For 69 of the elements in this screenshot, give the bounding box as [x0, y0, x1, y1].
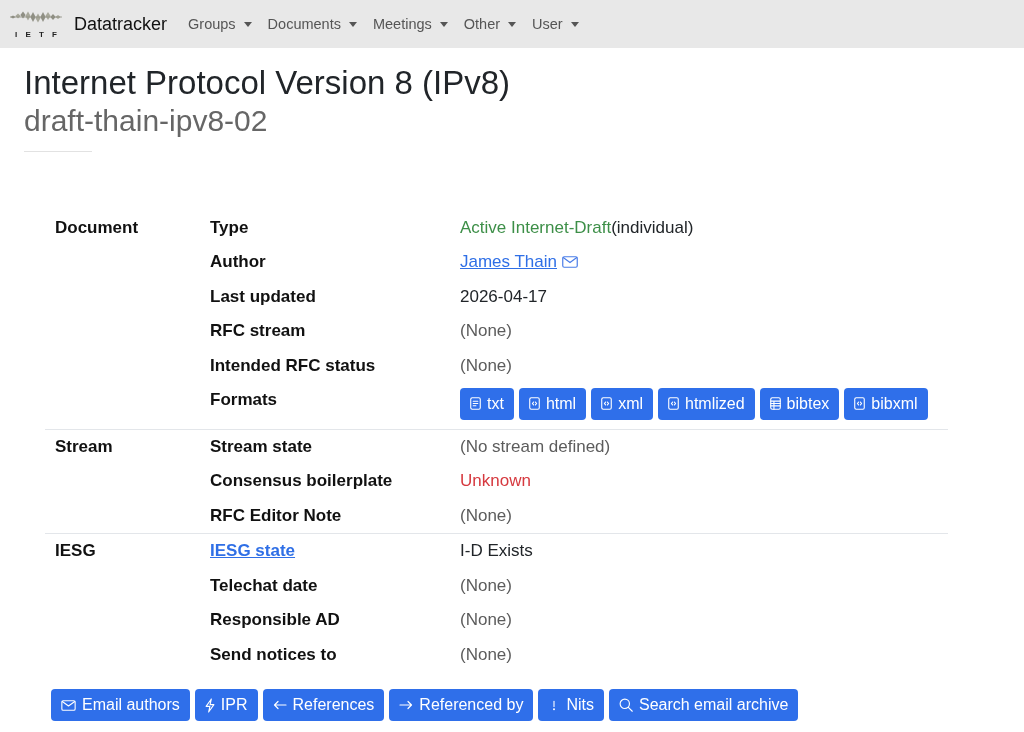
section-heading: Stream — [55, 436, 113, 456]
field-value: (No stream defined) — [460, 435, 611, 458]
wave-logo-icon[interactable] — [10, 9, 62, 25]
menu-item[interactable]: Other — [463, 16, 517, 32]
field-label-link[interactable]: IESG state — [210, 541, 296, 561]
caret-icon — [348, 21, 357, 27]
document-name: draft-thain-ipv8-02 — [24, 102, 269, 139]
exclamation-icon — [552, 699, 557, 711]
action-button[interactable]: IPR — [194, 689, 258, 722]
field-label: Responsible AD — [210, 610, 340, 630]
document-icon — [470, 397, 481, 411]
code-file-icon — [528, 397, 540, 411]
field-label: Author — [210, 252, 266, 272]
action-button[interactable]: References — [262, 689, 385, 722]
field-label: Telechat date — [210, 575, 318, 595]
search-icon — [618, 698, 633, 713]
field-value: (None) — [460, 354, 512, 377]
field-label: Type — [210, 217, 249, 237]
field-label: Send notices to — [210, 644, 337, 664]
caret-icon — [439, 21, 448, 27]
right-arrow-icon — [399, 700, 414, 711]
field-value: I-D Exists — [460, 540, 533, 563]
field-value: (None) — [460, 574, 512, 597]
format-button[interactable]: bibtex — [759, 387, 840, 420]
status-text: Active Internet-Draft — [460, 216, 612, 239]
caret-icon — [570, 21, 579, 27]
menu-item[interactable]: Groups — [188, 16, 252, 32]
menu-item[interactable]: Documents — [267, 16, 357, 32]
format-button[interactable]: html — [518, 387, 587, 420]
caret-icon — [243, 21, 252, 27]
field-label: Stream state — [210, 436, 313, 456]
envelope-icon[interactable] — [562, 256, 578, 269]
caret-icon — [508, 21, 517, 27]
format-button[interactable]: htmlized — [658, 387, 755, 420]
field-value: (None) — [460, 609, 512, 632]
format-button[interactable]: txt — [460, 387, 514, 420]
field-label: RFC stream — [210, 321, 306, 341]
brand-link[interactable]: Datatracker — [74, 13, 168, 35]
action-button[interactable]: Referenced by — [389, 689, 534, 722]
code-file-icon — [601, 397, 613, 411]
format-button[interactable]: bibxml — [844, 387, 928, 420]
field-label: RFC Editor Note — [210, 505, 342, 525]
field-value: (None) — [460, 504, 512, 527]
field-value: (None) — [460, 643, 512, 666]
field-value: 2026-04-17 — [460, 285, 547, 308]
author-link[interactable]: James Thain — [460, 251, 557, 274]
field-value: (individual) — [611, 216, 694, 239]
status-text: Unknown — [460, 470, 531, 493]
logo-text: I E T F — [15, 30, 57, 39]
code-file-icon — [668, 397, 679, 411]
left-arrow-icon — [272, 700, 287, 711]
action-button[interactable]: Search email archive — [608, 689, 799, 722]
code-file-icon — [854, 397, 866, 411]
format-button[interactable]: xml — [591, 387, 653, 420]
table-document-icon — [769, 397, 781, 411]
action-button[interactable]: Email authors — [51, 689, 190, 722]
envelope-icon — [61, 699, 76, 711]
document-title: Internet Protocol Version 8 (IPv8) — [24, 63, 512, 103]
field-label: Intended RFC status — [210, 355, 376, 375]
field-label: Last updated — [210, 286, 316, 306]
section-heading: Document — [55, 217, 139, 237]
menu-item[interactable]: Meetings — [372, 16, 448, 32]
menu-item[interactable]: User — [532, 16, 579, 32]
field-label: Consensus boilerplate — [210, 471, 393, 491]
field-value: (None) — [460, 320, 512, 343]
action-button[interactable]: Nits — [538, 689, 604, 722]
lightning-icon — [204, 697, 215, 713]
field-label: Formats — [210, 390, 278, 410]
section-heading: IESG — [55, 541, 96, 561]
